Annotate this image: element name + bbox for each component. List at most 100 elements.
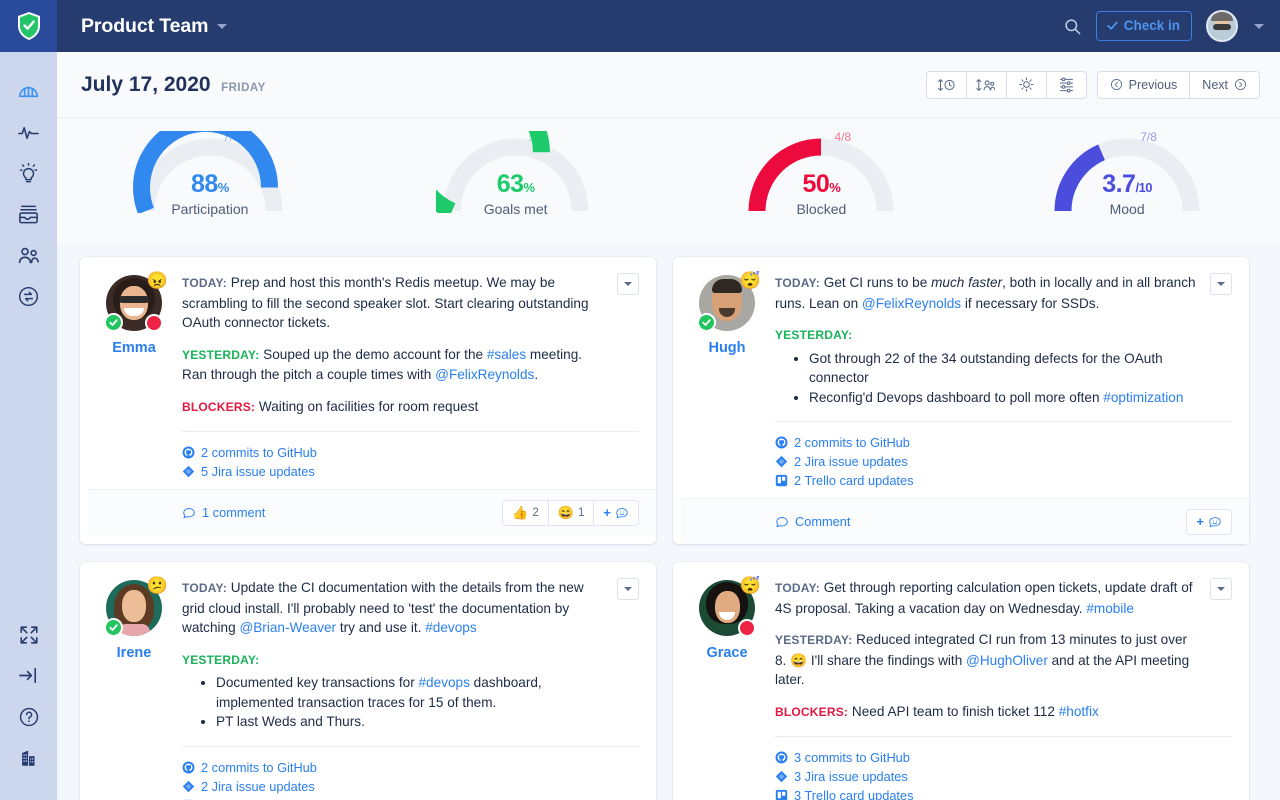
day-of-week: FRIDAY [221,81,266,94]
sidebar-item-collapse[interactable] [0,655,57,696]
archive-inbox-icon [19,205,38,224]
integration-item[interactable]: 3 Trello card updates [775,788,1232,800]
sidebar-item-pulse[interactable] [0,112,57,153]
avatar-wrapper[interactable]: 😕 [104,577,168,637]
add-reaction-button[interactable]: + [594,501,638,525]
card-menu-button[interactable] [617,578,639,600]
check-in-label: Check in [1123,18,1180,33]
integration-item[interactable]: 3 Jira issue updates [775,769,1232,784]
sort-by-time-button[interactable] [926,71,966,98]
team-switcher[interactable]: Product Team [81,15,228,38]
hashtag-link[interactable]: #devops [425,620,476,635]
check-icon [1107,21,1118,30]
blockers-label: BLOCKERS: [775,704,849,719]
integration-label: 3 commits to GitHub [794,750,910,765]
chevron-down-icon [624,282,632,286]
integration-item[interactable]: 2 commits to GitHub [775,435,1232,450]
sidebar-item-company[interactable] [0,737,57,778]
comment-button[interactable]: Comment [775,514,850,529]
mention-link[interactable]: @HughOliver [966,653,1048,668]
today-paragraph: TODAY: Get CI runs to be much faster, bo… [775,273,1232,313]
blockers-text: Waiting on facilities for room request [255,398,479,414]
list-item: Got through 22 of the 34 outstanding def… [809,349,1232,388]
gauge-number: 3.7 [1102,170,1136,198]
author-name[interactable]: Hugh [708,340,745,356]
author-name[interactable]: Emma [112,340,156,356]
user-menu[interactable] [1206,10,1264,42]
yesterday-paragraph: YESTERDAY: Souped up the demo account fo… [182,345,639,385]
avatar-wrapper[interactable]: 😠 [104,272,168,332]
date-bar: July 17, 2020 FRIDAY Previous Next [57,52,1280,117]
card-menu-button[interactable] [617,273,639,295]
hashtag-link[interactable]: #hotfix [1059,704,1099,719]
avatar-wrapper[interactable]: 😴 [699,577,761,637]
jira-icon [182,780,195,792]
integration-item[interactable]: 5 Jira issue updates [182,464,639,479]
check-in-button[interactable]: Check in [1095,11,1192,41]
reaction-emoji: 👍 [512,505,529,520]
compact-list-button[interactable] [1046,71,1086,98]
mention-link[interactable]: @Brian-Weaver [239,620,336,635]
card-content: TODAY: Prep and host this month's Redis … [88,273,656,535]
avatar-wrapper[interactable]: 😴 [697,272,761,332]
today-label: TODAY: [775,276,820,290]
integration-item[interactable]: 2 Jira issue updates [775,454,1232,469]
mention-link[interactable]: @FelixReynolds [862,296,961,311]
date-bar-tools: Previous Next [925,70,1260,99]
blockers-text: Need API team to finish ticket 112 #hotf… [848,703,1099,719]
check-icon [702,319,711,326]
top-bar-actions: Check in [1063,10,1264,42]
chevron-down-icon [217,23,228,29]
integration-item[interactable]: 2 commits to GitHub [182,445,639,460]
today-label: TODAY: [182,276,227,290]
gauge-value: 63% [363,170,669,199]
jira-icon [182,465,195,478]
integration-list: 2 commits to GitHub 5 Jira issue updates [182,431,639,479]
card-menu-button[interactable] [1210,578,1232,600]
sidebar-item-archive[interactable] [0,194,57,235]
sidebar-item-team[interactable] [0,235,57,276]
previous-day-button[interactable]: Previous [1097,71,1190,98]
sidebar-item-ideas[interactable] [0,153,57,194]
reaction-count: 1 [578,506,585,519]
integration-item[interactable]: 2 Trello card updates [775,473,1232,488]
today-paragraph: TODAY: Prep and host this month's Redis … [182,273,639,333]
hashtag-link[interactable]: #optimization [1103,390,1183,405]
expand-fullscreen-icon [19,625,38,644]
status-card: 😴 Hugh TODAY: Get CI runs to be much fas… [673,257,1249,544]
compact-list-icon [1059,77,1073,93]
comment-button[interactable]: 1 comment [182,505,265,520]
author-name[interactable]: Grace [706,645,747,661]
yesterday-label: YESTERDAY: [182,347,260,362]
card-content: TODAY: Update the CI documentation with … [171,578,639,800]
search-icon [1065,18,1081,34]
author-name[interactable]: Irene [117,645,152,661]
shield-check-logo-icon [17,12,40,40]
add-reaction-button[interactable]: + [1187,510,1231,534]
search-button[interactable] [1063,17,1082,36]
sidebar-item-sync[interactable] [0,276,57,317]
card-menu-button[interactable] [1210,273,1232,295]
gauge-number: 63 [496,170,524,198]
sort-by-people-button[interactable] [966,71,1006,98]
hashtag-link[interactable]: #devops [419,675,470,690]
integration-item[interactable]: 3 commits to GitHub [775,750,1232,765]
next-day-button[interactable]: Next [1190,71,1259,98]
sidebar-item-fullscreen[interactable] [0,614,57,655]
integration-item[interactable]: 2 Jira issue updates [182,779,639,794]
sidebar-item-dashboard[interactable] [0,71,57,112]
left-rail [0,0,57,800]
gauge-fraction: 7/8 [223,130,240,144]
hashtag-link[interactable]: #sales [487,347,526,362]
gauge-fraction: 4/8 [834,130,852,144]
hashtag-link[interactable]: #mobile [1086,601,1134,616]
mention-link[interactable]: @FelixReynolds [435,367,534,382]
highlights-button[interactable] [1006,71,1046,98]
github-icon [182,446,195,459]
gauge-unit: /10 [1135,180,1153,195]
reaction-chip[interactable]: 👍 2 [503,500,549,525]
sidebar-item-help[interactable] [0,696,57,737]
integration-item[interactable]: 2 commits to GitHub [182,760,639,775]
reaction-chip[interactable]: 😄 1 [549,500,595,525]
app-logo[interactable] [0,0,57,52]
